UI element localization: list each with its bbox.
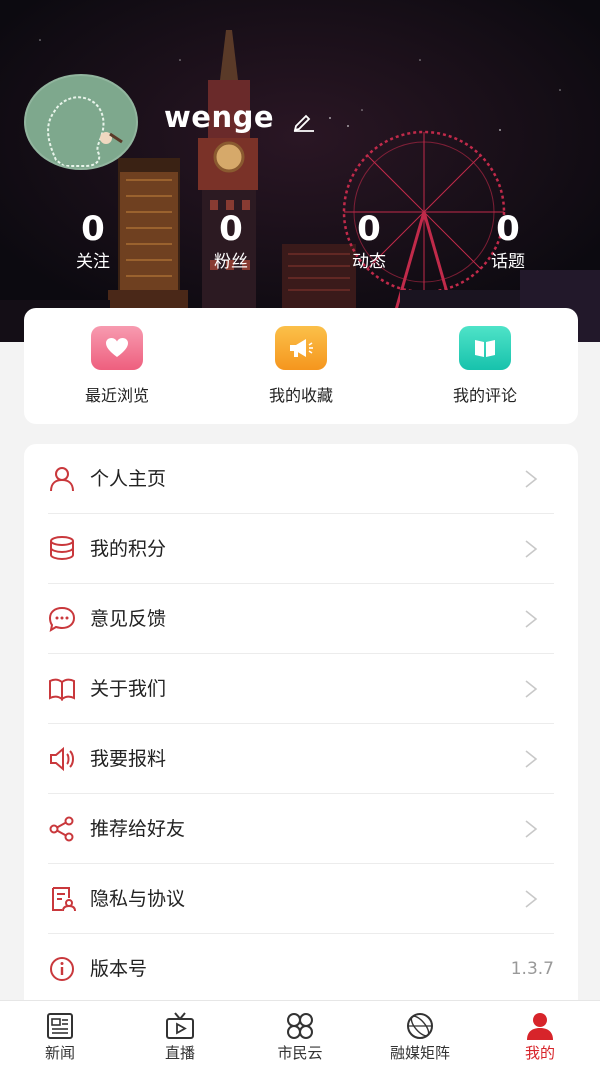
menu-item-label: 推荐给好友 [90, 818, 186, 840]
open-book-icon [49, 678, 75, 701]
megaphone-icon [275, 326, 327, 370]
nav-tab-media-matrix[interactable]: 融媒矩阵 [360, 1001, 480, 1067]
nav-tab-citizen-cloud[interactable]: 市民云 [240, 1001, 360, 1067]
stat-value: 0 [219, 209, 243, 249]
quick-action-label: 我的评论 [452, 386, 517, 405]
stat-value: 0 [496, 209, 520, 249]
chevron-right-icon [525, 680, 538, 698]
menu-item-about[interactable]: 关于我们 [48, 654, 554, 724]
info-icon [50, 957, 74, 981]
stat-label: 关注 [76, 252, 110, 272]
nav-tab-label: 融媒矩阵 [389, 1044, 450, 1062]
edit-pencil-icon[interactable] [292, 110, 316, 132]
stat-fans[interactable]: 0 粉丝 [186, 208, 276, 274]
book-icon [459, 326, 511, 370]
menu-item-label: 关于我们 [90, 678, 167, 700]
chevron-right-icon [525, 820, 538, 838]
settings-menu: 个人主页 我的积分 意见反馈 关于我们 我要报料 推荐给好友 隐私与协议 版本号… [24, 444, 578, 1024]
menu-item-privacy[interactable]: 隐私与协议 [48, 864, 554, 934]
chevron-right-icon [525, 610, 538, 628]
stat-value: 0 [357, 209, 381, 249]
menu-item-label: 版本号 [90, 958, 148, 980]
chevron-right-icon [525, 540, 538, 558]
nav-tab-news[interactable]: 新闻 [0, 1001, 120, 1067]
quick-action-label: 我的收藏 [268, 386, 333, 405]
menu-item-recommend[interactable]: 推荐给好友 [48, 794, 554, 864]
profile-header: wenge 0 关注 0 粉丝 0 动态 0 话题 [0, 0, 600, 342]
menu-item-label: 我的积分 [90, 538, 167, 560]
chevron-right-icon [525, 470, 538, 488]
nav-tab-label: 市民云 [277, 1044, 323, 1062]
menu-item-points[interactable]: 我的积分 [48, 514, 554, 584]
stat-value: 0 [81, 209, 105, 249]
tv-icon [166, 1012, 194, 1039]
nav-tab-label: 我的 [524, 1044, 555, 1062]
menu-item-label: 我要报料 [90, 748, 167, 770]
heart-icon [91, 326, 143, 370]
coins-icon [50, 536, 74, 561]
nav-tab-live[interactable]: 直播 [120, 1001, 240, 1067]
stat-label: 话题 [491, 252, 525, 272]
nav-tab-label: 直播 [164, 1044, 195, 1062]
menu-item-label: 个人主页 [90, 468, 167, 490]
chevron-right-icon [525, 890, 538, 908]
menu-item-homepage[interactable]: 个人主页 [48, 444, 554, 514]
menu-item-report-news[interactable]: 我要报料 [48, 724, 554, 794]
stat-topics[interactable]: 0 话题 [463, 208, 553, 274]
username: wenge [164, 100, 275, 134]
menu-item-label: 隐私与协议 [90, 888, 186, 910]
stat-label: 粉丝 [214, 252, 248, 272]
my-favorites-button[interactable]: 我的收藏 [231, 326, 371, 406]
my-comments-button[interactable]: 我的评论 [415, 326, 555, 406]
nav-tab-mine[interactable]: 我的 [480, 1001, 600, 1067]
chat-bubble-icon [48, 606, 76, 632]
news-icon [47, 1013, 73, 1039]
quick-actions-card: 最近浏览 我的收藏 我的评论 [24, 308, 578, 424]
stat-posts[interactable]: 0 动态 [324, 208, 414, 274]
version-number: 1.3.7 [510, 959, 554, 979]
nav-tab-label: 新闻 [44, 1044, 75, 1062]
globe-icon [407, 1013, 433, 1039]
city-skyline-illustration [0, 0, 600, 342]
bottom-navigation: 新闻 直播 市民云 融媒矩阵 我的 [0, 1000, 600, 1067]
person-icon [527, 1013, 553, 1040]
user-icon [50, 467, 74, 492]
menu-item-version[interactable]: 版本号 1.3.7 [48, 934, 554, 1004]
chevron-right-icon [525, 750, 538, 768]
avatar[interactable] [24, 74, 138, 170]
share-icon [49, 816, 74, 842]
stat-label: 动态 [352, 252, 386, 272]
document-icon [52, 887, 76, 912]
quick-action-label: 最近浏览 [84, 386, 149, 405]
stat-following[interactable]: 0 关注 [48, 208, 138, 274]
speaker-icon [50, 746, 74, 772]
menu-item-label: 意见反馈 [90, 608, 167, 630]
default-avatar-icon [47, 96, 123, 167]
grid-icon [287, 1013, 313, 1039]
menu-item-feedback[interactable]: 意见反馈 [48, 584, 554, 654]
recent-browse-button[interactable]: 最近浏览 [47, 326, 187, 406]
